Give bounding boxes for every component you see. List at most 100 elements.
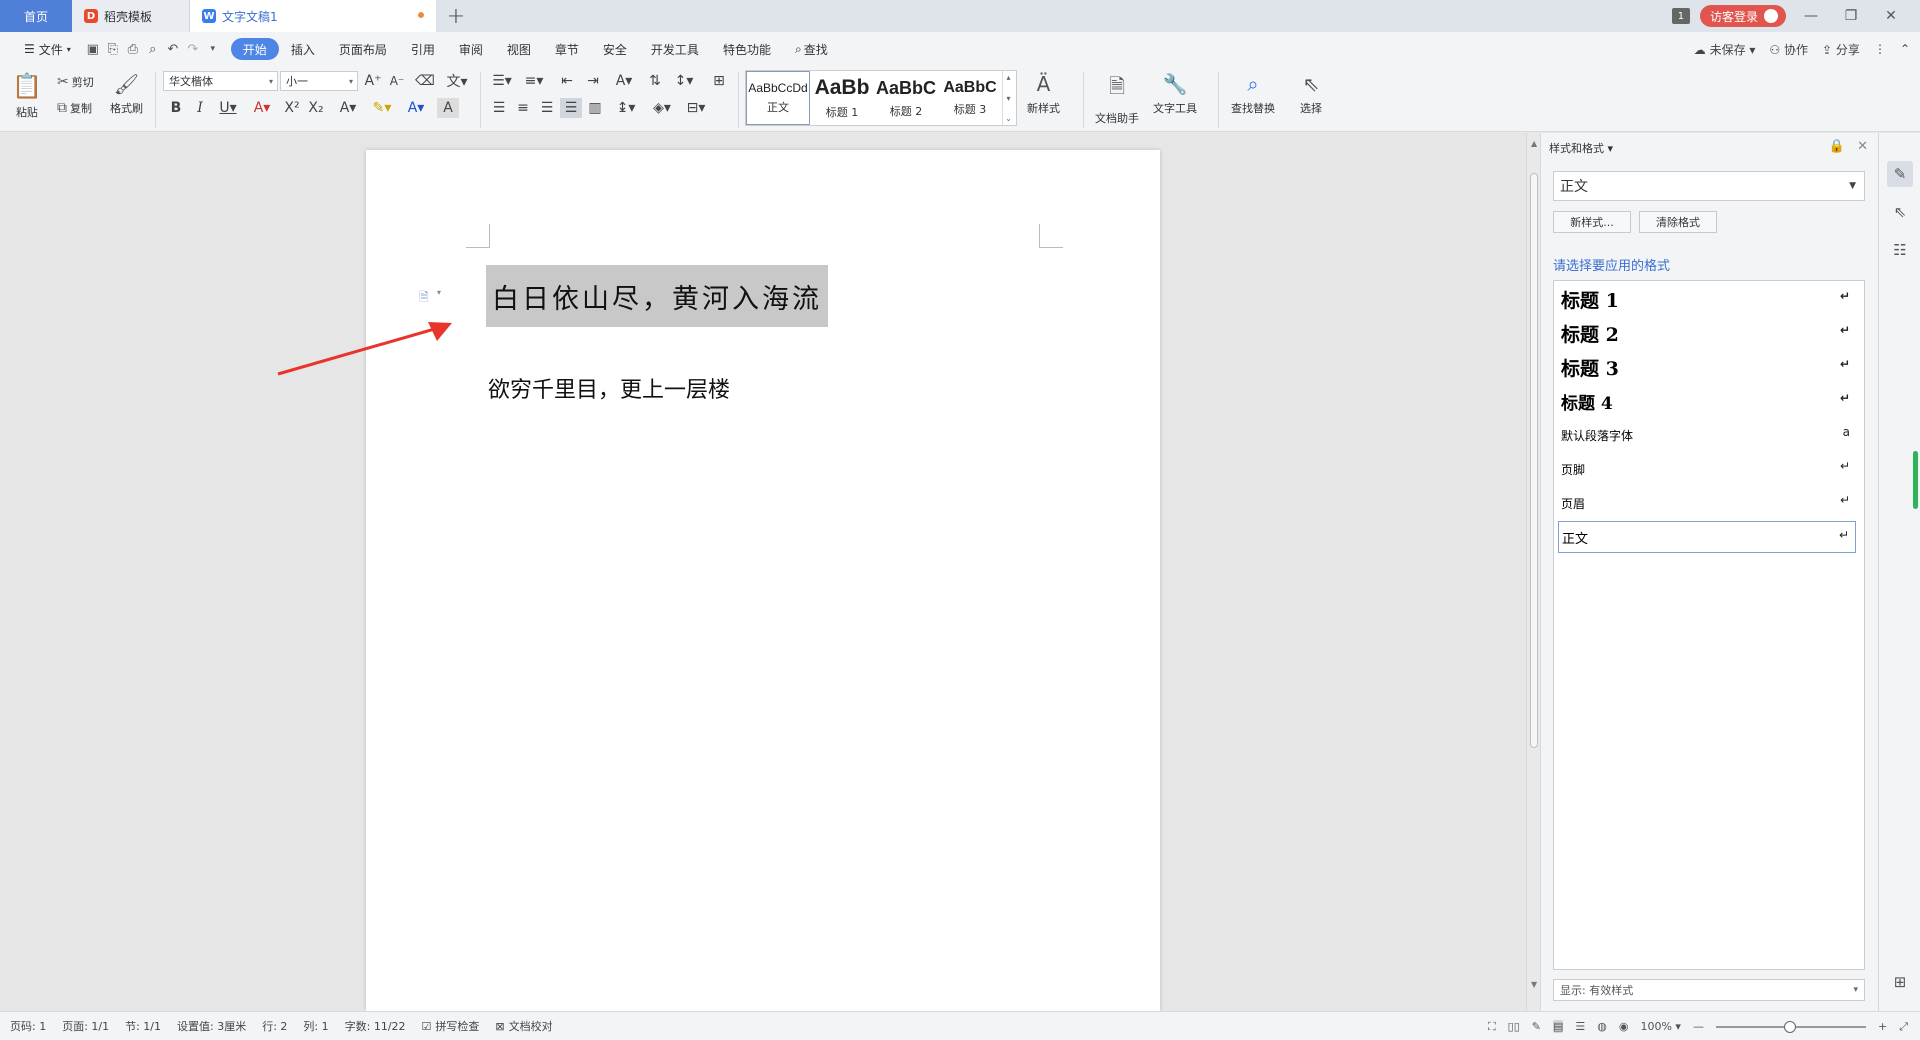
font-size-select[interactable]: 小一 ▾ [280,71,358,91]
status-row[interactable]: 行: 2 [262,1018,287,1034]
status-word-count[interactable]: 字数: 11/22 [345,1018,406,1034]
clear-format-icon[interactable]: ⌫ [414,71,436,91]
settings-sliders-icon[interactable]: ☷ [1887,237,1913,263]
edit-mode-icon[interactable]: ✎ [1532,1020,1541,1033]
spell-check-button[interactable]: ☑ 拼写检查 [422,1018,480,1034]
collaborate-button[interactable]: ⚇ 协作 [1769,41,1808,58]
style-list-item-normal[interactable]: 正文 ↵ [1558,521,1856,553]
new-style-button[interactable]: Ä 新样式 [1027,72,1060,116]
tab-page-layout[interactable]: 页面布局 [327,38,399,60]
bold-icon[interactable]: B [165,98,187,118]
fullscreen-icon[interactable]: ⛶ [1488,1020,1496,1034]
share-button[interactable]: ⇪ 分享 [1822,41,1860,58]
zoom-slider[interactable] [1715,1020,1866,1033]
tab-insert[interactable]: 插入 [279,38,327,60]
tab-security[interactable]: 安全 [591,38,639,60]
close-icon[interactable]: ✕ [1876,8,1906,24]
underline-icon[interactable]: U▾ [213,98,243,118]
borders-icon[interactable]: ⊟▾ [682,98,710,118]
tab-references[interactable]: 引用 [399,38,447,60]
redo-icon[interactable]: ↷ [183,39,203,59]
status-pages[interactable]: 页面: 1/1 [62,1018,109,1034]
line-spacing-icon[interactable]: ↕▾ [670,71,698,91]
style-list-item-footer[interactable]: 页脚 ↵ [1558,453,1856,485]
show-styles-select[interactable]: 显示: 有效样式 ▾ [1553,979,1865,1001]
style-card-heading-1[interactable]: AaBb 标题 1 [810,71,874,125]
font-name-select[interactable]: 华文楷体 ▾ [163,71,278,91]
zoom-slider-knob[interactable] [1783,1020,1796,1033]
increase-indent-icon[interactable]: ⇥ [582,71,604,91]
clear-format-button[interactable]: 清除格式 [1639,211,1717,233]
print-preview-icon[interactable]: ⌕ [143,39,163,59]
export-pdf-icon[interactable]: ⎘ [103,39,123,59]
save-icon[interactable]: ▣ [83,39,103,59]
align-left-icon[interactable]: ☰ [488,98,510,118]
selected-text-line[interactable]: 白日依山尽，黄河入海流 [486,265,828,327]
align-center-icon[interactable]: ≡ [512,98,534,118]
style-card-normal[interactable]: AaBbCcDd 正文 [746,71,810,125]
paste-button[interactable]: 📋 粘贴 [12,72,42,120]
scrollbar-thumb[interactable] [1530,173,1538,748]
tab-chapter[interactable]: 章节 [543,38,591,60]
side-scroll-indicator[interactable] [1913,451,1918,509]
search-button[interactable]: ⌕ 查找 [783,38,840,60]
justify-icon[interactable]: ☰ [560,98,582,118]
selection-pane-icon[interactable]: ⇖ [1887,199,1913,225]
document-workspace[interactable]: 🗎 白日依山尽，黄河入海流 欲穷千里目，更上一层楼 [0,133,1526,1011]
tab-document[interactable]: W 文字文稿1 [190,0,436,32]
highlight-icon[interactable]: ✎▾ [367,98,397,118]
copy-button[interactable]: ⧉ 复制 [57,100,92,116]
paragraph-spacing-icon[interactable]: ↨▾ [612,98,640,118]
style-list-item-default-font[interactable]: 默认段落字体 a [1558,419,1856,451]
undo-icon[interactable]: ↶ [163,39,183,59]
style-list-item-heading-4[interactable]: 标题 4 ↵ [1558,385,1856,417]
tab-review[interactable]: 审阅 [447,38,495,60]
tab-start[interactable]: 开始 [230,38,279,60]
select-button[interactable]: ⇖ 选择 [1300,72,1322,116]
grow-font-icon[interactable]: A⁺ [362,71,384,91]
new-tab-button[interactable]: + [436,0,476,32]
cut-button[interactable]: ✂ 剪切 [57,74,94,90]
find-replace-button[interactable]: ⌕ 查找替换 [1231,72,1275,116]
change-case-icon[interactable]: A▾ [610,71,638,91]
apps-grid-icon[interactable]: ⊞ [1887,969,1913,995]
numbering-icon[interactable]: ≡▾ [520,71,548,91]
paragraph-layout-icon[interactable]: 🗎 [419,288,441,304]
customize-toolbar-icon[interactable]: ▾ [203,39,223,59]
tab-developer[interactable]: 开发工具 [639,38,711,60]
reading-mode-icon[interactable]: ▯▯ [1508,1020,1520,1033]
collapse-ribbon-icon[interactable]: ⌃ [1900,42,1910,56]
tab-daoke-templates[interactable]: D 稻壳模板 [72,0,190,32]
strikethrough-icon[interactable]: A▾ [247,98,277,118]
doc-helper-button[interactable]: 🗎 文档助手 [1095,72,1139,126]
shrink-font-icon[interactable]: A⁻ [386,71,408,91]
align-right-icon[interactable]: ☰ [536,98,558,118]
zoom-out-icon[interactable]: — [1693,1020,1704,1033]
style-card-heading-2[interactable]: AaBbC 标题 2 [874,71,938,125]
page-view-icon[interactable]: ▤ [1552,1020,1564,1033]
styles-pane-title[interactable]: 样式和格式 ▾ [1549,140,1613,156]
shading-icon[interactable]: ◈▾ [648,98,676,118]
proofread-button[interactable]: ⊠ 文档校对 [495,1018,552,1034]
status-section[interactable]: 节: 1/1 [125,1018,161,1034]
text-effect-icon[interactable]: A▾ [333,98,363,118]
styles-gallery-scroll[interactable]: ▴ ▾ ⌄ [1002,71,1014,125]
text-tools-button[interactable]: 🔧 文字工具 [1153,72,1197,116]
decrease-indent-icon[interactable]: ⇤ [556,71,578,91]
subscript-icon[interactable]: X₂ [305,98,327,118]
tab-special-features[interactable]: 特色功能 [711,38,783,60]
new-style-dialog-button[interactable]: 新样式... [1553,211,1631,233]
status-setting-value[interactable]: 设置值: 3厘米 [177,1018,246,1034]
guest-login-button[interactable]: 访客登录 [1699,5,1786,27]
unsaved-button[interactable]: ☁ 未保存 ▾ [1694,41,1756,58]
char-shading-icon[interactable]: A [437,98,459,118]
sort-icon[interactable]: ⇅ [644,71,666,91]
status-column[interactable]: 列: 1 [303,1018,328,1034]
window-count-badge[interactable]: 1 [1671,8,1690,24]
tab-view[interactable]: 视图 [495,38,543,60]
style-list-item-heading-1[interactable]: 标题 1 ↵ [1558,283,1856,315]
current-style-select[interactable]: 正文 ▼ [1553,171,1865,201]
bullets-icon[interactable]: ☰▾ [488,71,516,91]
style-list-item-heading-3[interactable]: 标题 3 ↵ [1558,351,1856,383]
scroll-down-icon[interactable]: ▼ [1531,980,1537,989]
